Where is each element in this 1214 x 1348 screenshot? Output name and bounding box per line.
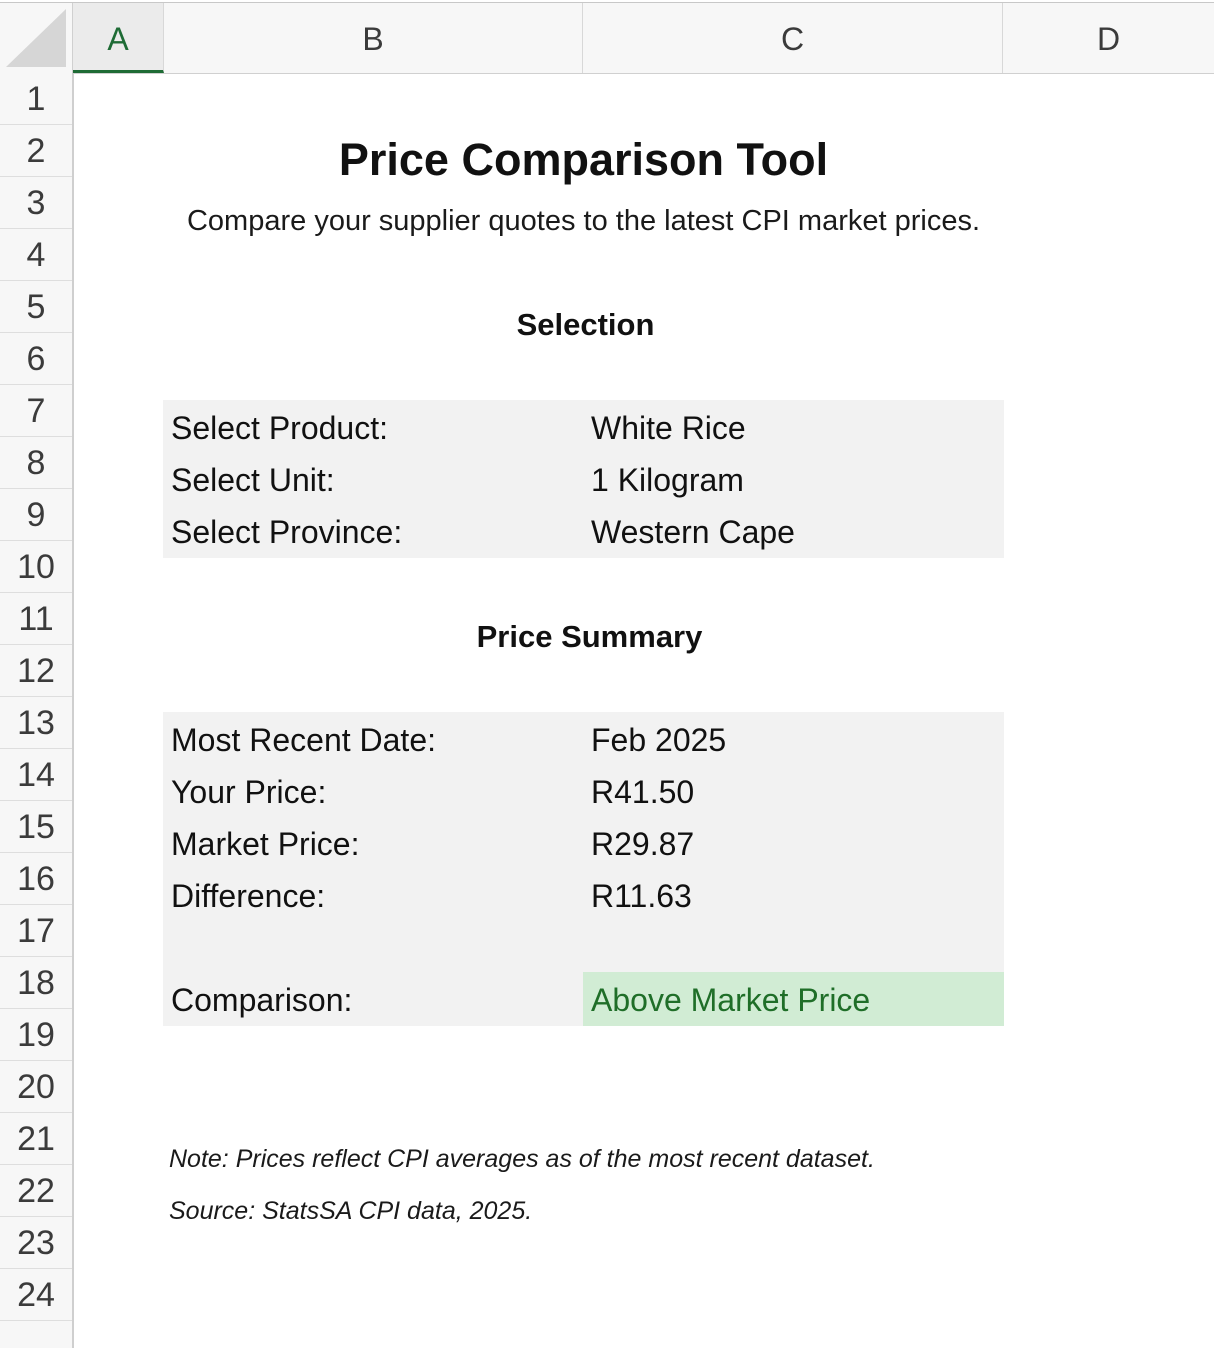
row-header-3[interactable]: 3 (0, 177, 72, 229)
page-title: Price Comparison Tool (338, 134, 829, 185)
select-all-triangle-icon (6, 9, 66, 67)
difference-value-cell[interactable]: R11.63 (591, 878, 692, 915)
row-header-7[interactable]: 7 (0, 385, 72, 437)
province-value-cell[interactable]: Western Cape (591, 514, 795, 551)
price-summary-heading: Price Summary (476, 619, 703, 654)
unit-label: Select Unit: (171, 462, 335, 498)
select-all-corner[interactable] (0, 3, 73, 74)
column-header-b[interactable]: B (164, 3, 583, 73)
row-header-20[interactable]: 20 (0, 1061, 72, 1113)
comparison-label: Comparison: (171, 982, 353, 1018)
row-header-24[interactable]: 24 (0, 1269, 72, 1321)
row-header-14[interactable]: 14 (0, 749, 72, 801)
province-label: Select Province: (171, 514, 403, 550)
row-header-10[interactable]: 10 (0, 541, 72, 593)
row-header-18[interactable]: 18 (0, 957, 72, 1009)
your-price-value-cell[interactable]: R41.50 (591, 774, 694, 811)
row-header-13[interactable]: 13 (0, 697, 72, 749)
row-header-15[interactable]: 15 (0, 801, 72, 853)
row-header-9[interactable]: 9 (0, 489, 72, 541)
comparison-value-cell[interactable]: Above Market Price (591, 982, 870, 1019)
difference-label: Difference: (171, 878, 326, 914)
row-header-21[interactable]: 21 (0, 1113, 72, 1165)
row-header-19[interactable]: 19 (0, 1009, 72, 1061)
market-price-value-cell[interactable]: R29.87 (591, 826, 694, 863)
row-header-11[interactable]: 11 (0, 593, 72, 645)
row-header-bar: 1 2 3 4 5 6 7 8 9 10 11 12 13 14 15 16 17 18 19 20 21 22 23 24 (0, 73, 74, 1348)
row-header-2[interactable]: 2 (0, 125, 72, 177)
row-header-5[interactable]: 5 (0, 281, 72, 333)
row-header-4[interactable]: 4 (0, 229, 72, 281)
unit-value-cell[interactable]: 1 Kilogram (591, 462, 744, 499)
market-price-label: Market Price: (171, 826, 360, 862)
spreadsheet-grid: A B C D 1 2 3 4 5 6 7 8 9 10 11 12 13 14 15 16 17 18 19 20 2… (0, 0, 1214, 1348)
your-price-label: Your Price: (171, 774, 327, 810)
note-text: Note: Prices reflect CPI averages as of … (169, 1145, 875, 1173)
row-header-12[interactable]: 12 (0, 645, 72, 697)
date-value-cell[interactable]: Feb 2025 (591, 722, 726, 759)
column-header-a[interactable]: A (73, 3, 164, 73)
row-header-16[interactable]: 16 (0, 853, 72, 905)
row-header-6[interactable]: 6 (0, 333, 72, 385)
row-header-8[interactable]: 8 (0, 437, 72, 489)
source-text: Source: StatsSA CPI data, 2025. (169, 1197, 533, 1225)
date-label: Most Recent Date: (171, 722, 436, 758)
product-label: Select Product: (171, 410, 388, 446)
page-subtitle: Compare your supplier quotes to the late… (186, 205, 981, 237)
column-header-d[interactable]: D (1003, 3, 1214, 73)
row-header-17[interactable]: 17 (0, 905, 72, 957)
row-header-23[interactable]: 23 (0, 1217, 72, 1269)
product-value-cell[interactable]: White Rice (591, 410, 746, 447)
row-header-22[interactable]: 22 (0, 1165, 72, 1217)
row-header-1[interactable]: 1 (0, 73, 72, 125)
column-header-c[interactable]: C (583, 3, 1003, 73)
selection-heading: Selection (516, 307, 655, 342)
